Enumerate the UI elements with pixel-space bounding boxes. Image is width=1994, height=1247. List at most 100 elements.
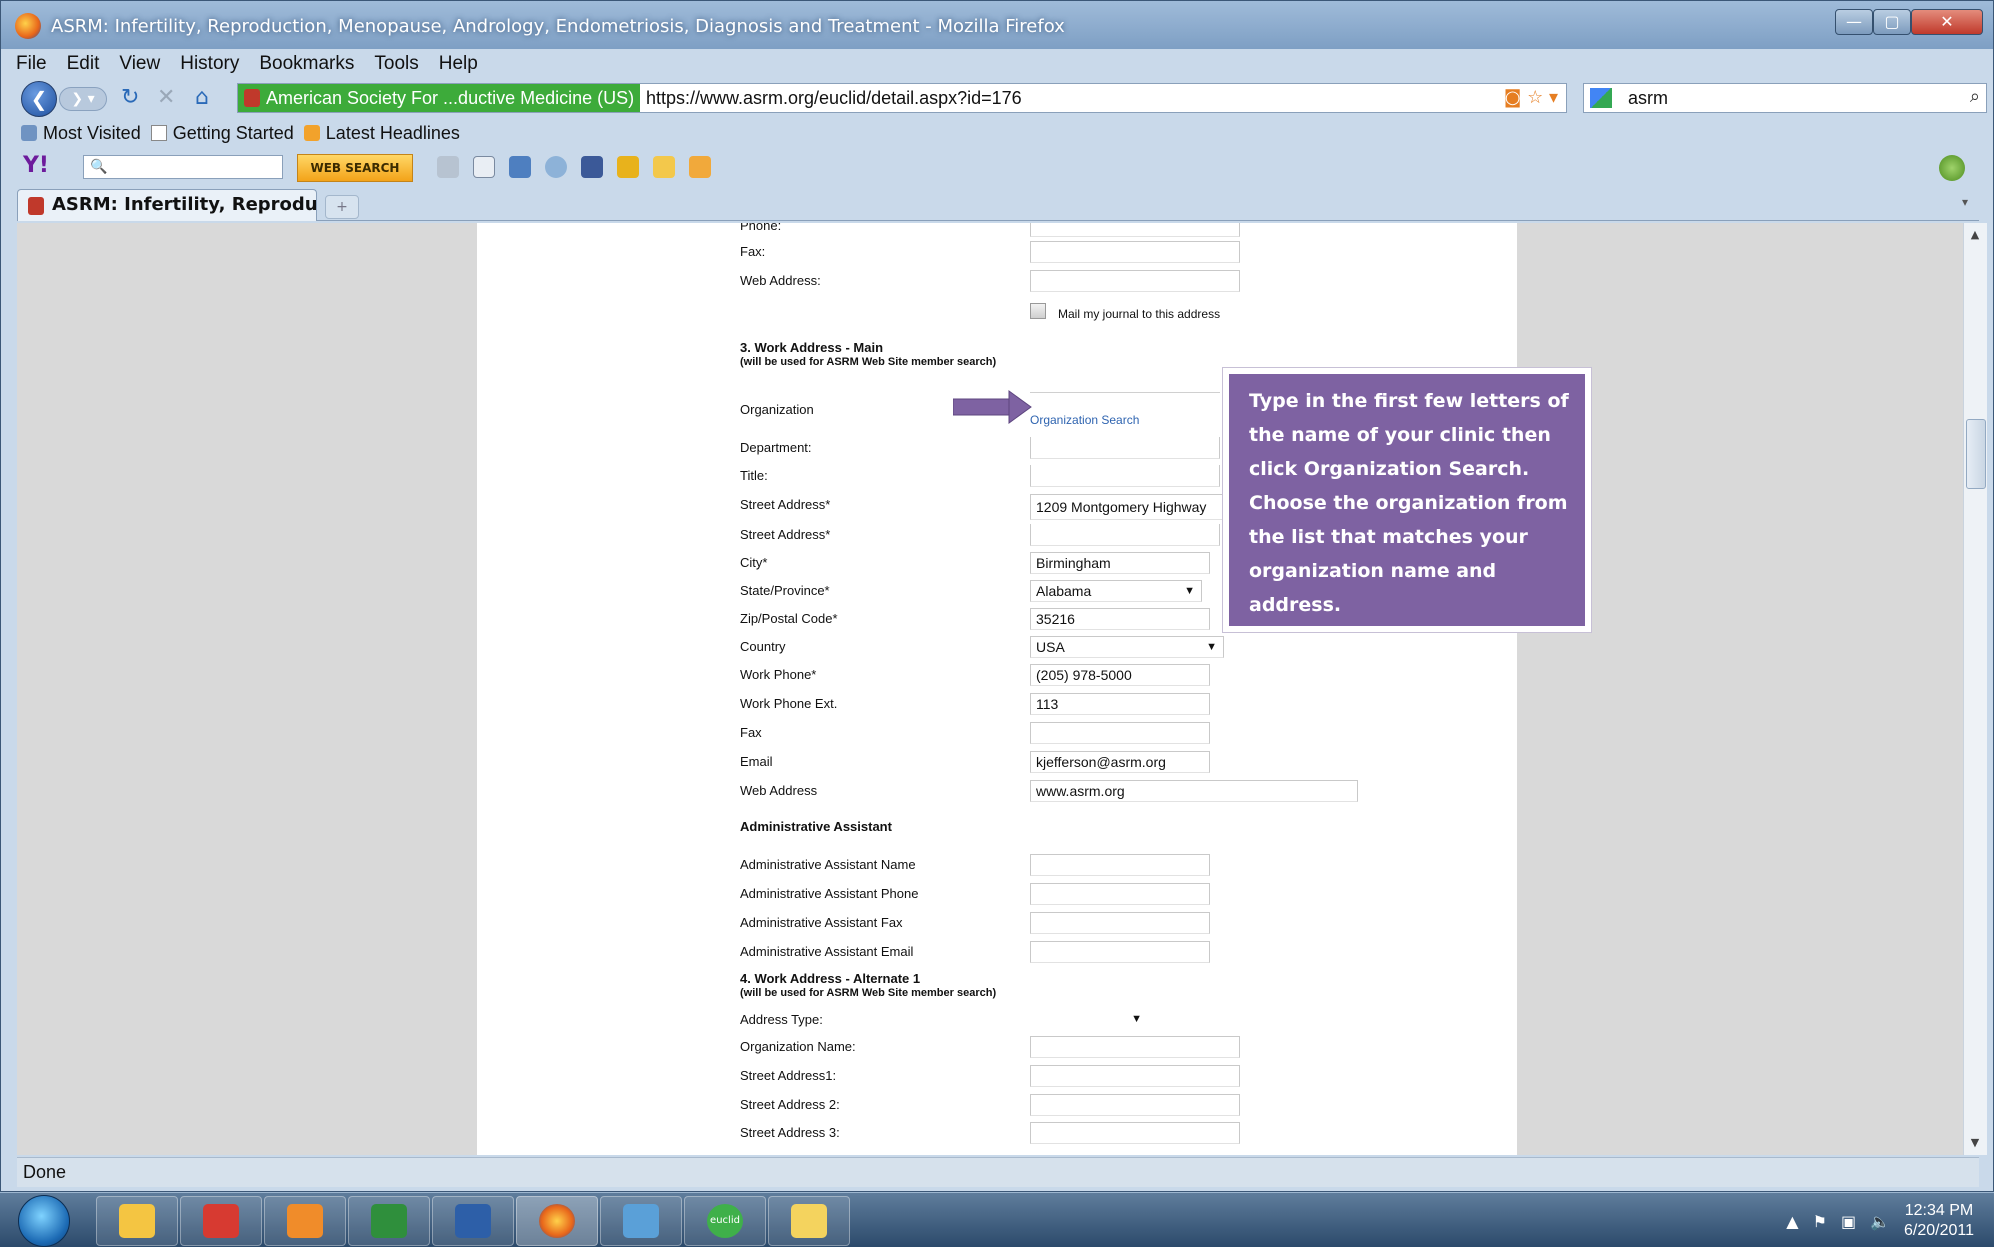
network-icon[interactable]: ▣ bbox=[1841, 1212, 1856, 1231]
scrollbar-thumb[interactable] bbox=[1966, 419, 1986, 489]
calendar-icon[interactable] bbox=[689, 156, 711, 178]
volume-icon[interactable]: 🔈 bbox=[1870, 1212, 1890, 1231]
menu-help[interactable]: Help bbox=[436, 53, 481, 75]
bookmark-latest-headlines[interactable]: Latest Headlines bbox=[303, 123, 460, 144]
site-identity-badge[interactable]: American Society For ...ductive Medicine… bbox=[238, 84, 641, 112]
antispy-icon[interactable] bbox=[437, 156, 459, 178]
show-hidden-icons-arrow-icon[interactable]: ▲ bbox=[1786, 1212, 1798, 1231]
back-button[interactable]: ❮ bbox=[21, 81, 57, 117]
taskbar-app-word[interactable] bbox=[432, 1196, 514, 1246]
taskbar-app-excel[interactable] bbox=[348, 1196, 430, 1246]
web-address-field[interactable] bbox=[1030, 270, 1240, 292]
admin-fax-field[interactable] bbox=[1030, 912, 1210, 934]
search-box[interactable]: asrm ⌕ bbox=[1583, 83, 1987, 113]
email-field[interactable]: kjefferson@asrm.org bbox=[1030, 751, 1210, 773]
organization-field[interactable] bbox=[1030, 383, 1220, 393]
work-phone-ext-field[interactable]: 113 bbox=[1030, 693, 1210, 715]
alt-street-address-1-field[interactable] bbox=[1030, 1065, 1240, 1087]
alt-street-address-3-field[interactable] bbox=[1030, 1122, 1240, 1144]
url-bar[interactable]: American Society For ...ductive Medicine… bbox=[237, 83, 1567, 113]
action-center-flag-icon[interactable]: ⚑ bbox=[1813, 1212, 1827, 1231]
new-tab-button[interactable]: + bbox=[325, 195, 359, 219]
notepad-icon[interactable] bbox=[617, 156, 639, 178]
tab-asrm[interactable]: ASRM: Infertility, Reproducti... bbox=[17, 189, 317, 221]
admin-phone-field[interactable] bbox=[1030, 883, 1210, 905]
mail-icon[interactable] bbox=[509, 156, 531, 178]
taskbar-app-sticky-notes[interactable] bbox=[768, 1196, 850, 1246]
taskbar-app-outlook[interactable] bbox=[264, 1196, 346, 1246]
menu-edit[interactable]: Edit bbox=[64, 53, 103, 75]
department-field[interactable] bbox=[1030, 437, 1220, 459]
field-label: Street Address1: bbox=[740, 1068, 837, 1083]
home-icon[interactable]: ⌂ bbox=[195, 85, 209, 110]
asrm-favicon-icon bbox=[28, 197, 44, 215]
work-fax-field[interactable] bbox=[1030, 722, 1210, 744]
start-button[interactable] bbox=[18, 1195, 70, 1247]
alt-street-address-2-field[interactable] bbox=[1030, 1094, 1240, 1116]
street-address-2-field[interactable] bbox=[1030, 524, 1220, 546]
search-input[interactable]: asrm bbox=[1628, 84, 1668, 112]
taskbar-app-euclid[interactable]: euclid bbox=[684, 1196, 766, 1246]
fax-field[interactable] bbox=[1030, 241, 1240, 263]
menu-tools[interactable]: Tools bbox=[371, 53, 421, 75]
menu-view[interactable]: View bbox=[116, 53, 163, 75]
country-select[interactable]: USA bbox=[1030, 636, 1224, 658]
bookmark-getting-started[interactable]: Getting Started bbox=[150, 123, 294, 144]
facebook-icon[interactable] bbox=[581, 156, 603, 178]
minimize-button[interactable]: — bbox=[1835, 9, 1873, 35]
taskbar-app-notepad[interactable] bbox=[600, 1196, 682, 1246]
globe-icon[interactable] bbox=[545, 156, 567, 178]
address-type-select[interactable] bbox=[1030, 1009, 1148, 1031]
menu-bookmarks[interactable]: Bookmarks bbox=[256, 53, 357, 75]
rss-star-icons[interactable]: ◙ ☆ ▾ bbox=[1504, 87, 1558, 108]
settings-gear-icon[interactable] bbox=[1939, 155, 1965, 181]
tab-list-button[interactable]: ▾ bbox=[1955, 195, 1975, 219]
taskbar-app-acrobat[interactable] bbox=[180, 1196, 262, 1246]
mail-journal-checkbox[interactable] bbox=[1030, 303, 1046, 319]
vertical-scrollbar[interactable]: ▲ ▼ bbox=[1963, 223, 1987, 1155]
state-select[interactable]: Alabama bbox=[1030, 580, 1202, 602]
search-icon[interactable]: ⌕ bbox=[1970, 86, 1980, 107]
games-icon[interactable] bbox=[653, 156, 675, 178]
scroll-up-arrow-icon[interactable]: ▲ bbox=[1964, 225, 1986, 245]
work-web-address-field[interactable]: www.asrm.org bbox=[1030, 780, 1358, 802]
clock[interactable]: 12:34 PM 6/20/2011 bbox=[1904, 1201, 1974, 1241]
form-row: Organization Name: bbox=[740, 1036, 1440, 1058]
reload-icon[interactable]: ↻ bbox=[121, 85, 139, 110]
organization-search-link[interactable]: Organization Search bbox=[1030, 413, 1139, 427]
sticky-notes-icon bbox=[791, 1204, 827, 1238]
street-address-1-field[interactable]: 1209 Montgomery Highway bbox=[1030, 494, 1225, 520]
form-row: Administrative Assistant Email bbox=[740, 941, 1440, 963]
alt-organization-name-field[interactable] bbox=[1030, 1036, 1240, 1058]
forward-button[interactable]: ❯ ▾ bbox=[59, 87, 107, 111]
url-text[interactable]: https://www.asrm.org/euclid/detail.aspx?… bbox=[646, 84, 1022, 112]
phone-field[interactable] bbox=[1030, 223, 1240, 237]
google-engine-icon[interactable] bbox=[1590, 88, 1612, 108]
city-field[interactable]: Birmingham bbox=[1030, 552, 1210, 574]
menu-history[interactable]: History bbox=[177, 53, 242, 75]
taskbar-app-explorer[interactable] bbox=[96, 1196, 178, 1246]
close-button[interactable]: ✕ bbox=[1911, 9, 1983, 35]
section-work-address-alternate: 4. Work Address - Alternate 1 (will be u… bbox=[740, 972, 996, 1000]
bookmarks-toolbar: Most Visited Getting Started Latest Head… bbox=[21, 119, 460, 147]
title-field[interactable] bbox=[1030, 465, 1220, 487]
work-phone-field[interactable]: (205) 978-5000 bbox=[1030, 664, 1210, 686]
web-search-button[interactable]: WEB SEARCH bbox=[297, 154, 413, 182]
zip-field[interactable]: 35216 bbox=[1030, 608, 1210, 630]
stop-icon[interactable]: ✕ bbox=[157, 85, 175, 110]
maximize-button[interactable]: ▢ bbox=[1873, 9, 1911, 35]
scroll-down-arrow-icon[interactable]: ▼ bbox=[1964, 1133, 1986, 1153]
admin-name-field[interactable] bbox=[1030, 854, 1210, 876]
form-row: Administrative Assistant Name bbox=[740, 854, 1440, 876]
field-label: Street Address 2: bbox=[740, 1097, 840, 1112]
menu-file[interactable]: File bbox=[13, 53, 50, 75]
form-row: Work Phone* (205) 978-5000 bbox=[740, 664, 1440, 686]
yahoo-search-input[interactable]: 🔍 bbox=[83, 155, 283, 179]
menu-bar: File Edit View History Bookmarks Tools H… bbox=[13, 49, 481, 79]
admin-email-field[interactable] bbox=[1030, 941, 1210, 963]
bookmarks-icon[interactable] bbox=[473, 156, 495, 178]
bookmark-most-visited[interactable]: Most Visited bbox=[21, 123, 141, 144]
taskbar-app-firefox[interactable] bbox=[516, 1196, 598, 1246]
page-icon bbox=[150, 124, 167, 141]
yahoo-logo-icon[interactable]: Y! bbox=[23, 153, 49, 178]
